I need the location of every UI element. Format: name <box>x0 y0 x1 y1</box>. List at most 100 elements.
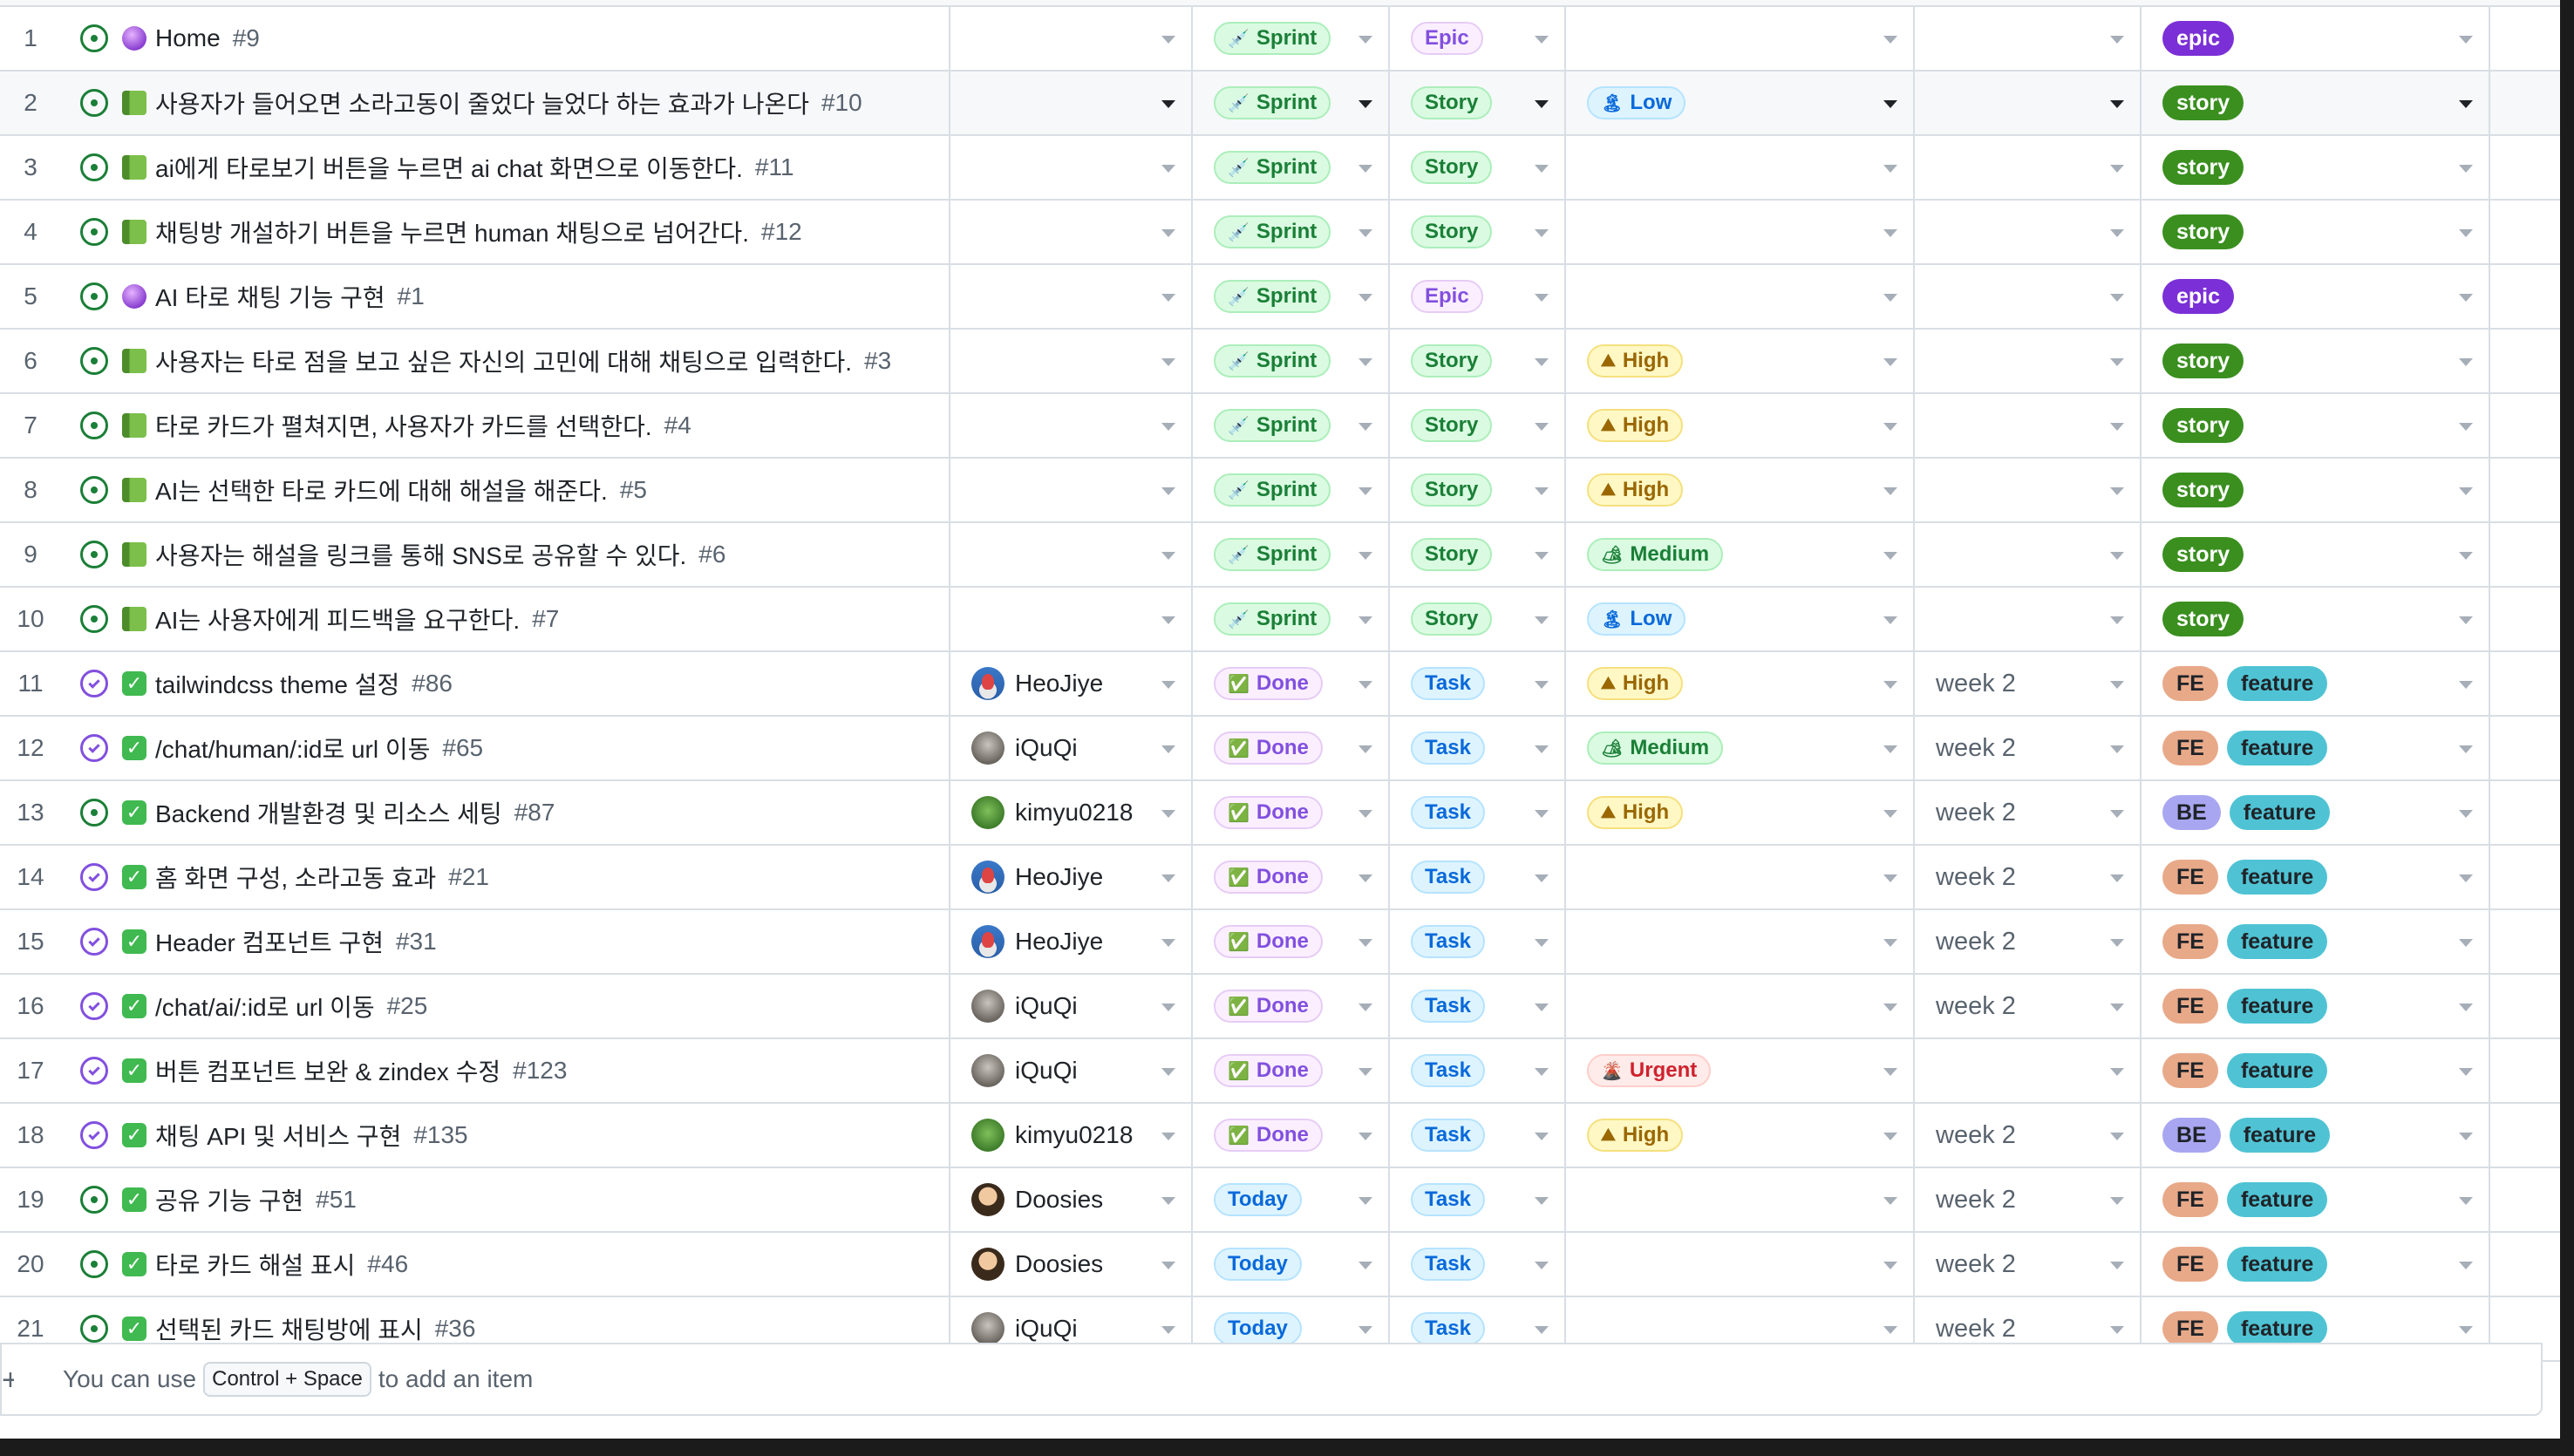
title-cell[interactable]: 사용자가 들어오면 소라고동이 줄었다 늘었다 하는 효과가 나온다 #10 <box>70 71 950 134</box>
chevron-down-icon[interactable] <box>2459 681 2473 689</box>
chevron-down-icon[interactable] <box>1161 616 1175 624</box>
labels-cell[interactable]: FE feature <box>2142 1039 2490 1102</box>
priority-cell[interactable]: ⛰ High <box>1566 652 1915 715</box>
priority-cell[interactable] <box>1566 975 1915 1038</box>
status-cell[interactable]: ✅ Done <box>1193 717 1390 779</box>
issue-title-link[interactable]: 타로 카드가 펼쳐지면, 사용자가 카드를 선택한다. <box>155 408 652 443</box>
status-cell[interactable]: 💉 Sprint <box>1193 265 1390 328</box>
title-cell[interactable]: 타로 카드가 펼쳐지면, 사용자가 카드를 선택한다. #4 <box>70 394 950 457</box>
avatar[interactable] <box>971 1183 1004 1216</box>
title-cell[interactable]: /chat/human/:id로 url 이동 #65 <box>70 717 950 779</box>
chevron-down-icon[interactable] <box>2459 36 2473 44</box>
assignees-cell[interactable] <box>950 7 1193 70</box>
chevron-down-icon[interactable] <box>1883 100 1897 108</box>
avatar[interactable] <box>971 925 1004 958</box>
labels-cell[interactable]: FE feature <box>2142 652 2490 715</box>
issue-title-link[interactable]: 사용자가 들어오면 소라고동이 줄었다 늘었다 하는 효과가 나온다 <box>155 85 809 120</box>
table-row[interactable]: 7 타로 카드가 펼쳐지면, 사용자가 카드를 선택한다. #4 💉 Sprint… <box>0 394 2560 459</box>
chevron-down-icon[interactable] <box>2110 1197 2124 1205</box>
avatar[interactable] <box>971 796 1004 829</box>
chevron-down-icon[interactable] <box>2459 1262 2473 1269</box>
issue-title-link[interactable]: 버튼 컴포넌트 보완 & zindex 수정 <box>155 1053 500 1088</box>
chevron-down-icon[interactable] <box>2110 681 2124 689</box>
chevron-down-icon[interactable] <box>1358 745 1372 753</box>
chevron-down-icon[interactable] <box>2459 1068 2473 1076</box>
chevron-down-icon[interactable] <box>1161 552 1175 560</box>
assignees-cell[interactable] <box>950 459 1193 521</box>
chevron-down-icon[interactable] <box>1161 745 1175 753</box>
iteration-cell[interactable]: week 2 <box>1915 910 2142 973</box>
iteration-cell[interactable]: week 2 <box>1915 975 2142 1038</box>
type-cell[interactable]: Story <box>1390 201 1566 263</box>
chevron-down-icon[interactable] <box>1883 939 1897 947</box>
chevron-down-icon[interactable] <box>1883 423 1897 431</box>
type-cell[interactable]: Story <box>1390 136 1566 199</box>
chevron-down-icon[interactable] <box>2110 36 2124 44</box>
status-cell[interactable]: 💉 Sprint <box>1193 330 1390 392</box>
type-cell[interactable]: Task <box>1390 1104 1566 1167</box>
assignees-cell[interactable] <box>950 136 1193 199</box>
status-cell[interactable]: ✅ Done <box>1193 1104 1390 1167</box>
chevron-down-icon[interactable] <box>1535 165 1549 173</box>
priority-cell[interactable] <box>1566 846 1915 908</box>
labels-cell[interactable]: story <box>2142 136 2490 199</box>
chevron-down-icon[interactable] <box>1535 100 1549 108</box>
chevron-down-icon[interactable] <box>2110 1068 2124 1076</box>
type-cell[interactable]: Task <box>1390 1039 1566 1102</box>
chevron-down-icon[interactable] <box>2459 358 2473 366</box>
plus-icon[interactable]: + <box>2 1364 14 1398</box>
priority-cell[interactable] <box>1566 7 1915 70</box>
issue-title-link[interactable]: 채팅 API 및 서비스 구현 <box>155 1118 401 1153</box>
chevron-down-icon[interactable] <box>2459 1133 2473 1140</box>
chevron-down-icon[interactable] <box>1535 810 1549 818</box>
chevron-down-icon[interactable] <box>1883 681 1897 689</box>
priority-cell[interactable]: ⛰ High <box>1566 781 1915 844</box>
chevron-down-icon[interactable] <box>1535 229 1549 237</box>
labels-cell[interactable]: story <box>2142 523 2490 586</box>
title-cell[interactable]: /chat/ai/:id로 url 이동 #25 <box>70 975 950 1038</box>
chevron-down-icon[interactable] <box>1535 1262 1549 1269</box>
chevron-down-icon[interactable] <box>1358 229 1372 237</box>
chevron-down-icon[interactable] <box>2110 874 2124 882</box>
type-cell[interactable]: Epic <box>1390 265 1566 328</box>
chevron-down-icon[interactable] <box>1883 1004 1897 1011</box>
chevron-down-icon[interactable] <box>1358 616 1372 624</box>
chevron-down-icon[interactable] <box>1161 100 1175 108</box>
table-row[interactable]: 2 사용자가 들어오면 소라고동이 줄었다 늘었다 하는 효과가 나온다 #10… <box>0 71 2560 136</box>
chevron-down-icon[interactable] <box>1535 1004 1549 1011</box>
chevron-down-icon[interactable] <box>2110 294 2124 302</box>
chevron-down-icon[interactable] <box>1535 616 1549 624</box>
iteration-cell[interactable] <box>1915 201 2142 263</box>
chevron-down-icon[interactable] <box>1358 1068 1372 1076</box>
priority-cell[interactable] <box>1566 265 1915 328</box>
priority-cell[interactable]: 🏕 Medium <box>1566 523 1915 586</box>
chevron-down-icon[interactable] <box>1358 1197 1372 1205</box>
status-cell[interactable]: ✅ Done <box>1193 975 1390 1038</box>
chevron-down-icon[interactable] <box>2459 874 2473 882</box>
chevron-down-icon[interactable] <box>1358 939 1372 947</box>
assignees-cell[interactable]: HeoJiye <box>950 846 1193 908</box>
table-row[interactable]: 13 Backend 개발환경 및 리소스 세팅 #87 kimyu0218 ✅… <box>0 781 2560 846</box>
chevron-down-icon[interactable] <box>2459 423 2473 431</box>
issue-title-link[interactable]: AI 타로 채팅 기능 구현 <box>155 279 385 314</box>
type-cell[interactable]: Story <box>1390 523 1566 586</box>
table-row[interactable]: 19 공유 기능 구현 #51 Doosies Today Task week … <box>0 1168 2560 1233</box>
chevron-down-icon[interactable] <box>1358 423 1372 431</box>
chevron-down-icon[interactable] <box>1535 552 1549 560</box>
chevron-down-icon[interactable] <box>1535 745 1549 753</box>
labels-cell[interactable]: story <box>2142 201 2490 263</box>
issue-title-link[interactable]: Home <box>155 24 221 52</box>
title-cell[interactable]: Header 컴포넌트 구현 #31 <box>70 910 950 973</box>
chevron-down-icon[interactable] <box>2110 616 2124 624</box>
assignees-cell[interactable]: HeoJiye <box>950 652 1193 715</box>
chevron-down-icon[interactable] <box>2110 487 2124 495</box>
title-cell[interactable]: 채팅방 개설하기 버튼을 누르면 human 채팅으로 넘어간다. #12 <box>70 201 950 263</box>
iteration-cell[interactable] <box>1915 265 2142 328</box>
status-cell[interactable]: 💉 Sprint <box>1193 459 1390 521</box>
chevron-down-icon[interactable] <box>1358 874 1372 882</box>
add-item-bar[interactable]: + You can use Control + Space to add an … <box>0 1343 2543 1416</box>
title-cell[interactable]: AI는 선택한 타로 카드에 대해 해설을 해준다. #5 <box>70 459 950 521</box>
title-cell[interactable]: 공유 기능 구현 #51 <box>70 1168 950 1231</box>
type-cell[interactable]: Task <box>1390 781 1566 844</box>
chevron-down-icon[interactable] <box>1535 294 1549 302</box>
